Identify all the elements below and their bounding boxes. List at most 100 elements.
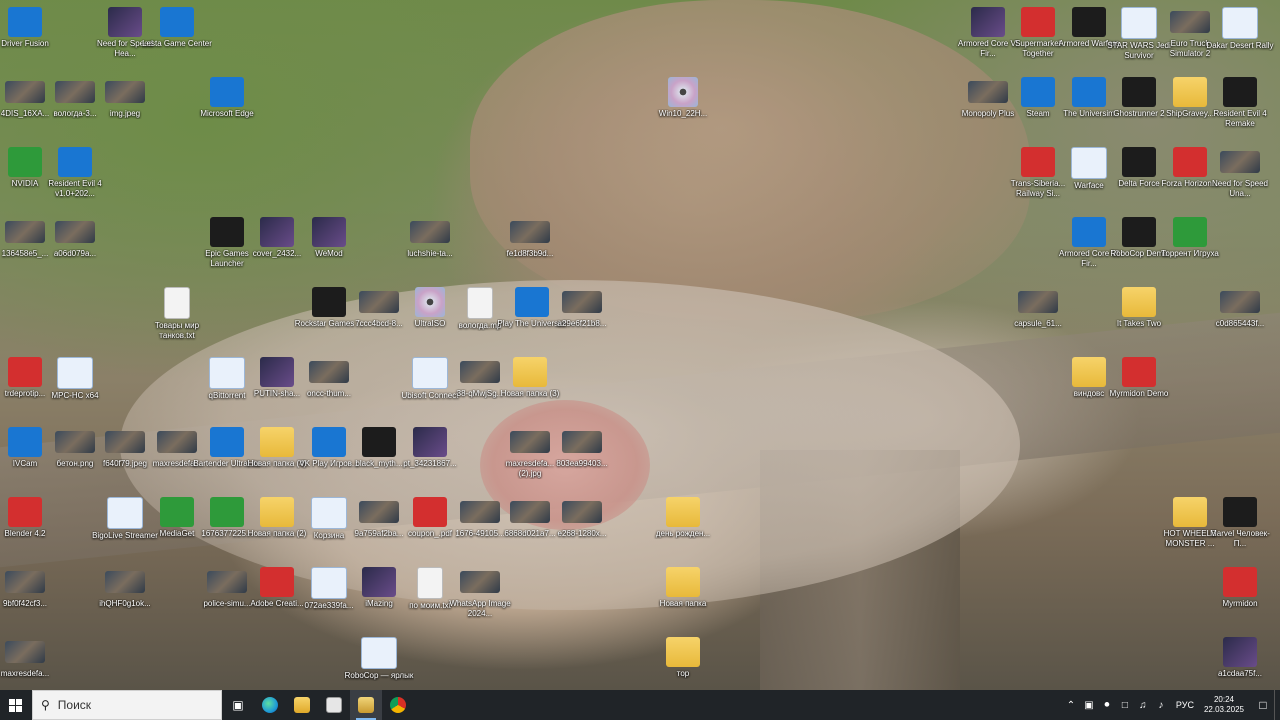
desktop-icon[interactable]: luchshie-ta... bbox=[395, 213, 465, 279]
text-file-icon bbox=[164, 287, 190, 319]
desktop-icon[interactable]: c0d865443f... bbox=[1205, 283, 1275, 349]
taskbar-app-chrome[interactable] bbox=[382, 690, 414, 720]
windows-logo-icon bbox=[8, 698, 22, 712]
desktop-icon[interactable]: capsule_61... bbox=[1003, 283, 1073, 349]
desktop-icon[interactable]: oncc-thum... bbox=[294, 353, 364, 419]
image-icon bbox=[1220, 291, 1260, 313]
desktop-icon-label: Новая папка (3) bbox=[500, 389, 560, 398]
adobe-cc-icon bbox=[260, 567, 294, 597]
desktop-icon[interactable]: Blender 4.2 bbox=[0, 493, 60, 559]
desktop-icon[interactable]: Myrmidon bbox=[1205, 563, 1275, 629]
tray-app-icon[interactable]: ▣ bbox=[1081, 700, 1097, 711]
desktop-icon[interactable]: a29e6f21b8... bbox=[547, 283, 617, 349]
desktop-icon[interactable]: ihQHF0g1ok... bbox=[90, 563, 160, 629]
globe-shortcut-icon bbox=[58, 147, 92, 177]
taskbar: ⚲ Поиск ▣ ⌃ ▣ ⚫ □ ♫ ♪ РУС 20:24 22.03.20… bbox=[0, 690, 1280, 720]
desktop-icon[interactable]: Новая папка bbox=[648, 563, 718, 629]
taskbar-app-file-explorer[interactable] bbox=[286, 690, 318, 720]
taskbar-search-box[interactable]: ⚲ Поиск bbox=[32, 690, 222, 720]
desktop-icon[interactable]: e268-1280x... bbox=[547, 493, 617, 559]
game-icon bbox=[1021, 7, 1055, 37]
taskbar-app-active-archive[interactable] bbox=[350, 690, 382, 720]
desktop-icon[interactable]: img.jpeg bbox=[90, 73, 160, 139]
desktop: Driver Fusion Need for Speed Hea... Lesta … bbox=[0, 0, 1280, 690]
game-icon bbox=[1220, 151, 1260, 173]
desktop-icon[interactable]: Торрент Игруха bbox=[1155, 213, 1225, 279]
network-icon[interactable]: □ bbox=[1117, 700, 1133, 711]
task-view-button[interactable]: ▣ bbox=[222, 690, 254, 720]
text-file-icon bbox=[417, 567, 443, 599]
image-icon bbox=[260, 357, 294, 387]
desktop-icon-label: Resident Evil 4 v1.0+202... bbox=[48, 179, 102, 198]
notification-center-button[interactable]: □ bbox=[1252, 690, 1274, 720]
chevron-up-icon[interactable]: ⌃ bbox=[1063, 700, 1079, 711]
desktop-icon[interactable]: Myrmidon Demo bbox=[1104, 353, 1174, 419]
blender-icon bbox=[8, 497, 42, 527]
taskbar-app-edge[interactable] bbox=[254, 690, 286, 720]
image-icon bbox=[562, 291, 602, 313]
camera-icon bbox=[8, 427, 42, 457]
desktop-icon[interactable]: Marvel Человек-П... bbox=[1205, 493, 1275, 559]
desktop-icon-label: день рожден... bbox=[655, 529, 711, 538]
archive-icon bbox=[1072, 357, 1106, 387]
desktop-icon[interactable]: fe1d8f3b9d... bbox=[495, 213, 565, 279]
globe-shortcut-icon bbox=[1072, 217, 1106, 247]
desktop-icon[interactable]: тор bbox=[648, 633, 718, 690]
desktop-icon-label: luchshie-ta... bbox=[407, 249, 453, 258]
speaker-icon[interactable]: ♫ bbox=[1135, 700, 1151, 711]
desktop-icon[interactable]: maxresdefa... bbox=[0, 633, 60, 690]
epic-games-icon bbox=[210, 217, 244, 247]
desktop-icon[interactable]: 803ea99403... bbox=[547, 423, 617, 489]
desktop-icon-label: Торрент Игруха bbox=[1161, 249, 1219, 258]
desktop-icon[interactable]: Resident Evil 4 v1.0+202... bbox=[40, 143, 110, 209]
start-button[interactable] bbox=[0, 690, 30, 720]
desktop-icon[interactable]: WhatsApp Image 2024... bbox=[445, 563, 515, 629]
desktop-icon[interactable]: Dakar Desert Rally bbox=[1205, 3, 1275, 69]
desktop-icon[interactable]: Новая папка (3) bbox=[495, 353, 565, 419]
desktop-icon[interactable]: день рожден... bbox=[648, 493, 718, 559]
ubisoft-icon bbox=[412, 357, 448, 389]
show-desktop-button[interactable] bbox=[1274, 690, 1280, 720]
desktop-icon-label: It Takes Two bbox=[1116, 319, 1162, 328]
desktop-icon[interactable]: MPC-HC x64 bbox=[40, 353, 110, 419]
taskbar-app-store[interactable] bbox=[318, 690, 350, 720]
image-icon bbox=[1018, 291, 1058, 313]
file-icon bbox=[8, 357, 42, 387]
clock-date: 22.03.2025 bbox=[1203, 705, 1244, 714]
desktop-icon-label: Myrmidon bbox=[1222, 599, 1258, 608]
desktop-icon[interactable]: Need for Speed Una... bbox=[1205, 143, 1275, 209]
desktop-icon[interactable]: Win10_22H... bbox=[648, 73, 718, 139]
desktop-icon-label: a29e6f21b8... bbox=[557, 319, 607, 328]
wemod-icon bbox=[312, 217, 346, 247]
desktop-icon[interactable]: Microsoft Edge bbox=[192, 73, 262, 139]
disc-image-icon bbox=[668, 77, 698, 107]
game-icon bbox=[1223, 497, 1257, 527]
desktop-icon[interactable]: Товары мир танков.txt bbox=[142, 283, 212, 349]
language-indicator[interactable]: РУС bbox=[1176, 700, 1194, 710]
desktop-icon[interactable]: It Takes Two bbox=[1104, 283, 1174, 349]
image-icon bbox=[510, 221, 550, 243]
desktop-icon[interactable]: Lesta Game Center bbox=[142, 3, 212, 69]
clock[interactable]: 20:24 22.03.2025 bbox=[1204, 695, 1244, 715]
microphone-icon[interactable]: ⚫ bbox=[1099, 700, 1115, 711]
desktop-icon[interactable]: RoboCop — ярлык bbox=[344, 633, 414, 690]
image-icon bbox=[359, 291, 399, 313]
volume-icon[interactable]: ♪ bbox=[1153, 700, 1169, 711]
image-icon bbox=[5, 81, 45, 103]
desktop-icon[interactable]: 9bf0f42cf3... bbox=[0, 563, 60, 629]
desktop-icon[interactable]: Driver Fusion bbox=[0, 3, 60, 69]
imazing-icon bbox=[362, 567, 396, 597]
desktop-icon[interactable]: Resident Evil 4 Remake bbox=[1205, 73, 1275, 139]
clock-time: 20:24 bbox=[1213, 695, 1234, 704]
desktop-icon-label: Win10_22H... bbox=[658, 109, 708, 118]
window-icon bbox=[1222, 7, 1258, 39]
desktop-icon[interactable]: WeMod bbox=[294, 213, 364, 279]
mpc-hc-icon bbox=[57, 357, 93, 389]
desktop-icon-label: e268-1280x... bbox=[557, 529, 607, 538]
desktop-icon-label: Marvel Человек-П... bbox=[1210, 529, 1270, 548]
desktop-icon[interactable]: pt_34231867... bbox=[395, 423, 465, 489]
game-icon bbox=[1122, 217, 1156, 247]
desktop-icon[interactable]: a06d079a... bbox=[40, 213, 110, 279]
desktop-icon[interactable]: a1cdaa75f... bbox=[1205, 633, 1275, 690]
game-icon bbox=[1223, 77, 1257, 107]
